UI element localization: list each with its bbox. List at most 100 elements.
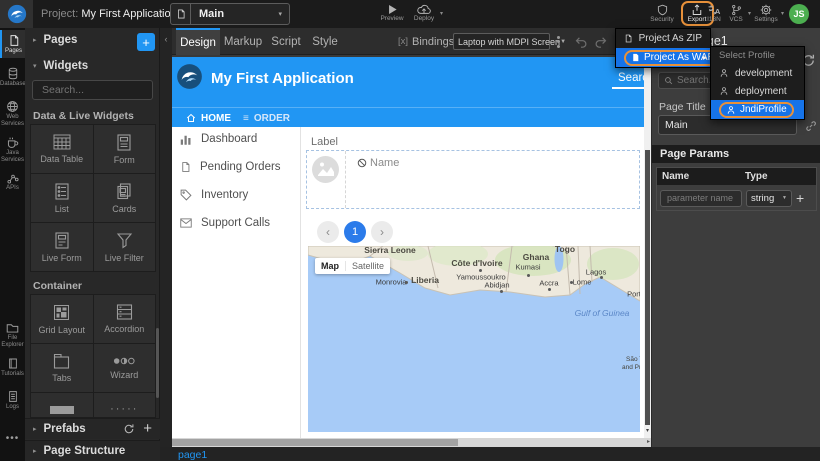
column-name: Name <box>657 171 745 182</box>
map-label-togo: Togo <box>555 246 575 254</box>
add-page-button[interactable]: + <box>137 33 155 51</box>
widget-search-input[interactable] <box>42 84 177 96</box>
menu-item-project-as-war[interactable]: Project As WAR ▸ <box>616 48 710 67</box>
preview-button[interactable]: Preview <box>379 3 405 23</box>
widget-live-form[interactable]: Live Form <box>31 223 93 271</box>
profile-item-jndiprofile[interactable]: JndiProfile <box>711 100 804 119</box>
widget-wizard[interactable]: Wizard <box>94 344 156 392</box>
column-type: Type <box>745 171 768 182</box>
security-label: Security <box>648 16 676 24</box>
tab-script[interactable]: Script <box>266 28 306 55</box>
map-label-gulf-of-guinea: Gulf of Guinea <box>575 308 630 318</box>
widget-tabs[interactable]: Tabs <box>31 344 93 392</box>
canvas-vscrollbar[interactable]: ▾ <box>644 57 651 438</box>
widget-data-table[interactable]: Data Table <box>31 125 93 173</box>
add-prefab-button[interactable]: + <box>143 424 152 434</box>
add-param-button[interactable]: + <box>796 190 804 206</box>
pages-icon <box>8 34 20 47</box>
rail-item-logs[interactable]: Logs <box>0 388 25 411</box>
statusbar-page-tab[interactable]: page1 <box>178 449 207 461</box>
vcs-button[interactable]: VCS <box>724 3 748 24</box>
page-structure-section-header[interactable]: ▸ Page Structure <box>25 440 160 461</box>
device-selector-dropdown[interactable]: Laptop with MDPI Screen ▼ <box>453 33 550 50</box>
database-icon <box>7 67 19 80</box>
widget-grid-layout[interactable]: Grid Layout <box>31 295 93 343</box>
map-button[interactable]: Map <box>315 261 345 271</box>
profile-item-development[interactable]: development <box>711 64 804 82</box>
globe-icon <box>6 100 19 113</box>
widget-tile-partial-1[interactable] <box>31 393 93 418</box>
canvas-hscrollbar[interactable]: ◂ ▸ <box>160 438 651 447</box>
nav-item-home[interactable]: HOME <box>186 108 231 128</box>
app-menu-pending-orders[interactable]: Pending Orders <box>180 161 281 173</box>
wavemaker-logo[interactable] <box>0 0 33 28</box>
widget-search[interactable] <box>32 80 153 100</box>
widget-accordion[interactable]: Accordion <box>94 295 156 343</box>
menu-item-project-as-zip[interactable]: Project As ZIP <box>616 29 710 48</box>
rail-item-file-explorer[interactable]: File Explorer <box>0 320 25 348</box>
rail-item-tutorials[interactable]: Tutorials <box>0 355 25 378</box>
rail-more-icon[interactable]: ••• <box>0 433 25 444</box>
scroll-down-arrow-icon[interactable]: ▾ <box>644 427 651 434</box>
rail-item-java-services[interactable]: Java Services <box>0 134 25 163</box>
rail-item-pages[interactable]: Pages <box>0 30 25 58</box>
map-widget[interactable]: Sierra Leone Monrovia Liberia Côte d'Ivo… <box>308 246 640 432</box>
widget-cards[interactable]: Cards <box>94 174 156 222</box>
prefabs-actions: + <box>123 423 152 435</box>
satellite-button[interactable]: Satellite <box>345 261 390 271</box>
bindings-dropdown[interactable]: [x] Bindings ▾ <box>398 28 461 55</box>
user-avatar[interactable]: JS <box>789 4 809 24</box>
data-table-icon <box>53 134 71 150</box>
refresh-icon[interactable] <box>123 423 135 435</box>
list-widget-card[interactable]: Name <box>306 150 640 209</box>
widget-tile-partial-2[interactable]: ····· <box>94 393 156 418</box>
widgets-section-header[interactable]: ▾ Widgets <box>33 60 88 72</box>
pagination-page-1[interactable]: 1 <box>344 221 366 243</box>
widget-form[interactable]: Form <box>94 125 156 173</box>
app-search-tab[interactable]: Search <box>618 72 644 84</box>
tab-style[interactable]: Style <box>306 28 344 55</box>
map-label-sao-tome: São Tomé <box>626 356 640 363</box>
widget-live-filter[interactable]: Live Filter <box>94 223 156 271</box>
hscrollbar-thumb[interactable] <box>168 439 458 446</box>
bind-link-icon[interactable] <box>805 120 817 132</box>
settings-button[interactable]: Settings <box>752 3 780 24</box>
app-menu-support-calls[interactable]: Support Calls <box>180 217 270 229</box>
page-selector-dropdown[interactable]: Main ▾ <box>170 3 290 25</box>
tab-markup[interactable]: Markup <box>220 28 266 55</box>
app-menu-inventory[interactable]: Inventory <box>180 189 248 201</box>
tab-design[interactable]: Design <box>176 28 220 55</box>
bindings-label: Bindings <box>412 36 454 48</box>
profile-item-deployment[interactable]: deployment <box>711 82 804 100</box>
widget-list[interactable]: List <box>31 174 93 222</box>
redo-button[interactable] <box>594 35 608 48</box>
collapse-right-icon: ▸ <box>33 36 37 44</box>
params-table-header: Name Type <box>657 168 816 185</box>
pages-section-header[interactable]: ▸ Pages <box>33 34 77 46</box>
rail-item-apis[interactable]: APIs <box>0 170 25 192</box>
deploy-button[interactable]: Deploy <box>410 3 438 23</box>
param-type-select[interactable]: string ▼ <box>746 190 792 207</box>
palette-scrollbar-thumb[interactable] <box>156 328 159 398</box>
i18n-icon: A <box>707 4 721 16</box>
prefabs-section-header[interactable]: ▸ Prefabs + <box>25 418 160 439</box>
rail-item-databases[interactable]: Databases <box>0 65 25 88</box>
more-options-icon[interactable] <box>557 34 560 49</box>
app-menu-dashboard[interactable]: Dashboard <box>180 133 257 145</box>
page-title-label: Page Title <box>659 101 706 113</box>
param-name-input[interactable] <box>660 190 742 207</box>
deploy-caret-icon: ▾ <box>440 10 443 17</box>
export-menu: Project As ZIP Project As WAR ▸ <box>615 28 711 68</box>
pagination-prev-button[interactable]: ‹ <box>317 221 339 243</box>
security-button[interactable]: Security <box>648 3 676 24</box>
nav-item-order[interactable]: ≡ ORDER <box>243 108 290 128</box>
deploy-label: Deploy <box>410 15 438 23</box>
rail-item-web-services[interactable]: Web Services <box>0 98 25 127</box>
tabs-icon <box>53 353 70 369</box>
scroll-right-arrow-icon[interactable]: ▸ <box>647 438 650 447</box>
label-widget[interactable]: Label <box>311 136 338 148</box>
vscrollbar-thumb[interactable] <box>645 150 650 425</box>
dropdown-arrow-icon: ▼ <box>782 195 787 201</box>
pagination-next-button[interactable]: › <box>371 221 393 243</box>
undo-button[interactable] <box>574 35 588 48</box>
